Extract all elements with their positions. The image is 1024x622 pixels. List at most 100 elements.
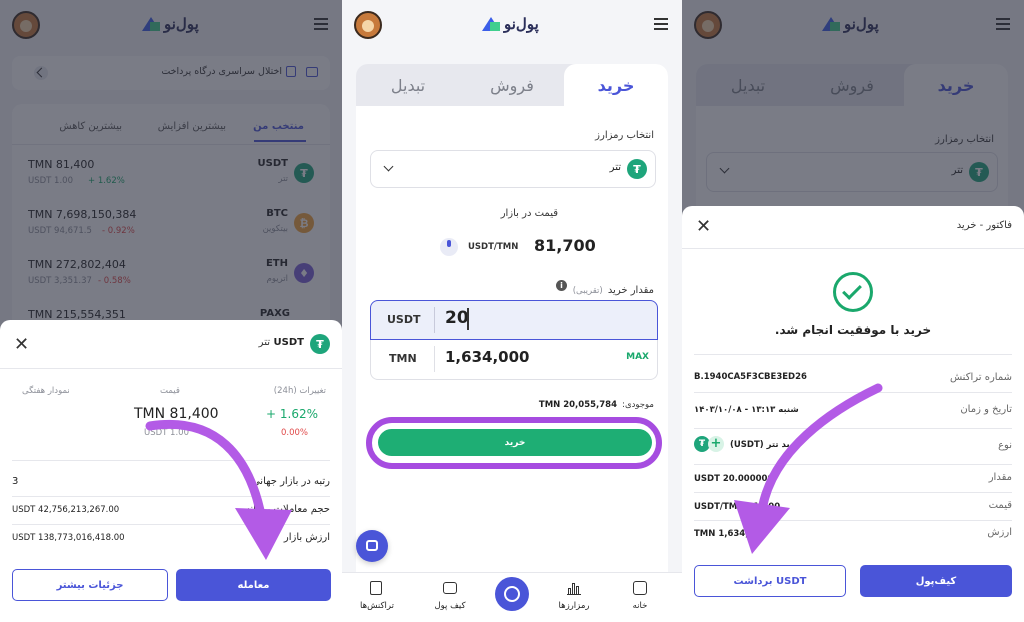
tab-top-gainers[interactable]: بیشترین افزایش	[158, 121, 226, 132]
chat-icon	[366, 540, 378, 551]
home-icon	[633, 581, 647, 595]
input-divider	[434, 346, 435, 372]
row-label-value: ارزش	[987, 527, 1012, 538]
coin-detail-sheet: ✕ ₮ USDT تتر تغییرات (24h) قیمت نمودار ه…	[0, 320, 342, 622]
tab-sell[interactable]: فروش	[800, 64, 904, 106]
row-label-datetime: تاریخ و زمان	[960, 404, 1012, 415]
invoice-divider	[694, 464, 1012, 465]
brand-logo-icon	[822, 17, 840, 31]
trade-button[interactable]: معامله	[176, 569, 331, 601]
row-label-type: نوع	[998, 440, 1012, 451]
tab-buy[interactable]: خرید	[564, 64, 668, 106]
invoice-panel: پول‌نو خرید فروش تبدیل انتخاب رمزارز ₮ ت…	[682, 0, 1024, 622]
calendar-icon	[286, 66, 296, 77]
market-list-card: منتخب من بیشترین افزایش بیشترین کاهش ₮ U…	[12, 104, 330, 334]
tmn-amount-input[interactable]: TMN 1,634,000 MAX	[370, 340, 658, 380]
market-row-btc[interactable]: ₿ BTC بیتکوین TMN 7,698,150,384 USDT 94,…	[12, 200, 330, 246]
coin-select[interactable]: ₮ تتر	[706, 152, 998, 192]
nav-transactions-label: تراکنش‌ها	[360, 601, 394, 611]
brand-logo: پول‌نو	[482, 14, 539, 34]
market-row-eth[interactable]: ♦ ETH اتریوم TMN 272,802,404 USDT 3,351.…	[12, 250, 330, 296]
app-header: پول‌نو	[682, 0, 1024, 50]
close-icon[interactable]: ✕	[696, 218, 711, 236]
col-chart-label: نمودار هفتگی	[22, 386, 70, 396]
brand-logo-text: پول‌نو	[844, 16, 879, 33]
brand-logo: پول‌نو	[822, 14, 879, 34]
hamburger-menu-icon[interactable]	[654, 18, 668, 30]
nav-transactions[interactable]: تراکنش‌ها	[352, 579, 402, 619]
sheet-divider	[0, 368, 342, 369]
tab-my-picks[interactable]: منتخب من	[253, 121, 304, 132]
notice-banner[interactable]: اختلال سراسری درگاه پرداخت	[12, 56, 330, 90]
avatar[interactable]	[354, 11, 382, 39]
input-divider	[434, 307, 435, 333]
tab-sell[interactable]: فروش	[460, 64, 564, 106]
refresh-timer-icon	[440, 238, 458, 256]
coin-change: - 0.58%	[98, 276, 131, 286]
selected-coin-name: تتر	[951, 165, 963, 176]
avatar[interactable]	[694, 11, 722, 39]
coin-usdt-price: USDT 94,671.5	[28, 226, 92, 236]
brand-logo-icon	[482, 17, 500, 31]
nav-home[interactable]: خانه	[622, 579, 658, 619]
select-coin-label: انتخاب رمزارز	[595, 130, 654, 141]
coin-select[interactable]: ₮ تتر	[370, 150, 656, 188]
support-chat-button[interactable]	[356, 530, 388, 562]
nav-wallet[interactable]: کیف پول	[428, 579, 472, 619]
tab-top-losers[interactable]: بیشترین کاهش	[59, 121, 122, 132]
buy-button[interactable]: خرید	[378, 429, 652, 456]
tabs-divider	[12, 144, 330, 145]
usdt-amount-input[interactable]: USDT 20	[370, 300, 658, 340]
tab-swap[interactable]: تبدیل	[696, 64, 800, 106]
nav-coins[interactable]: رمزارزها	[554, 579, 594, 619]
balance-value: TMN 20,055,784	[538, 400, 617, 410]
wallet-button[interactable]: کیف‌پول	[860, 565, 1012, 597]
stats-divider	[12, 496, 330, 497]
trade-tabs: خرید فروش تبدیل	[696, 64, 1008, 106]
row-value-type: خرید تتر (USDT)	[730, 440, 802, 450]
invoice-sheet: ✕ فاکتور - خرید خرید با موفقیت انجام شد.…	[682, 206, 1024, 622]
wallet-icon	[443, 582, 457, 594]
active-tab-indicator	[254, 140, 306, 142]
market-price-label: قیمت در بازار	[500, 208, 558, 219]
invoice-divider	[694, 520, 1012, 521]
info-icon[interactable]: i	[556, 280, 567, 291]
ethereum-coin-icon: ♦	[294, 263, 314, 283]
tether-coin-icon: ₮	[294, 163, 314, 183]
tab-buy[interactable]: خرید	[904, 64, 1008, 106]
selected-coin-name: تتر	[609, 162, 621, 173]
hamburger-menu-icon[interactable]	[996, 18, 1010, 30]
coin-name: تتر	[278, 174, 288, 184]
balance-label: موجودی:	[622, 400, 654, 410]
tab-swap[interactable]: تبدیل	[356, 64, 460, 106]
row-value-value: TMN 1,634,000	[694, 529, 767, 539]
market-row-usdt[interactable]: ₮ USDT تتر TMN 81,400 USDT 1.00 + 1.62%	[12, 150, 330, 196]
stat-value-volume: USDT 42,756,213,267.00	[12, 505, 120, 515]
change-24h: + 1.62%	[266, 407, 318, 421]
nav-exchange[interactable]	[495, 577, 529, 611]
select-coin-label: انتخاب رمزارز	[935, 134, 994, 145]
plus-icon: +	[708, 436, 724, 452]
max-button[interactable]: MAX	[626, 352, 649, 362]
tether-coin-icon: ₮	[310, 334, 330, 354]
more-details-button[interactable]: جزئیات بیشتر	[12, 569, 168, 601]
avatar[interactable]	[12, 11, 40, 39]
stat-label-market-cap: ارزش بازار	[283, 532, 330, 543]
amount-label-row: مقدار خرید (تقریبی)	[494, 278, 654, 296]
buy-panel: پول‌نو خرید فروش تبدیل انتخاب رمزارز ₮ ت…	[342, 0, 682, 622]
stat-value-rank: 3	[12, 476, 19, 487]
hamburger-menu-icon[interactable]	[314, 18, 328, 30]
chart-bars-icon	[567, 582, 581, 595]
exchange-icon	[504, 586, 520, 602]
success-check-icon	[833, 272, 873, 312]
row-value-amount: USDT 20.000000	[694, 474, 774, 484]
withdraw-usdt-button[interactable]: برداشت USDT	[694, 565, 846, 597]
chevron-down-icon	[719, 163, 730, 174]
amount-hint: (تقریبی)	[572, 286, 603, 296]
chevron-down-icon	[383, 161, 394, 172]
app-header: پول‌نو	[0, 0, 342, 50]
coin-symbol: USDT	[257, 158, 288, 169]
nav-wallet-label: کیف پول	[434, 601, 466, 611]
close-icon[interactable]: ✕	[14, 336, 29, 354]
balance-row: موجودی: TMN 20,055,784	[539, 392, 654, 411]
